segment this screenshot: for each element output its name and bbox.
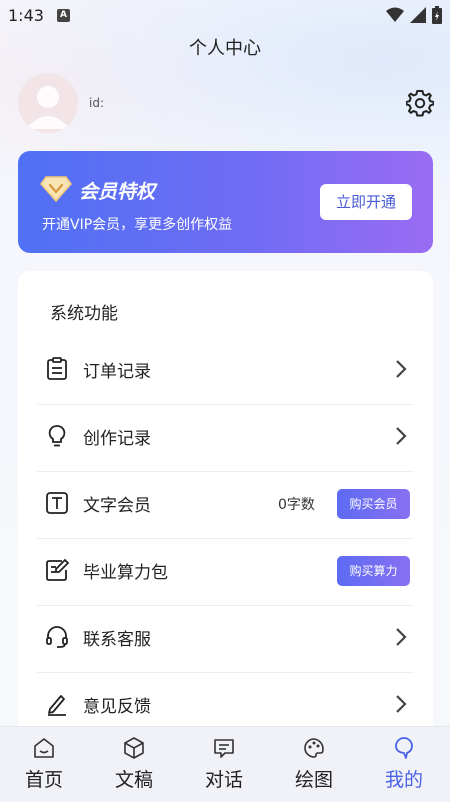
menu-item-label: 意见反馈: [83, 697, 151, 717]
status-time: 1:43: [8, 6, 44, 25]
chevron-right-icon: [396, 427, 407, 445]
cube-icon: [124, 737, 144, 759]
buy-membership-button[interactable]: 购买会员: [337, 489, 410, 519]
nav-label: 对话: [204, 769, 243, 791]
menu-item-creation-records[interactable]: 创作记录: [37, 404, 414, 472]
clipboard-list-icon: [47, 357, 67, 380]
bottom-nav: 首页 文稿 对话 绘图 我的: [0, 726, 450, 802]
menu-item-label: 订单记录: [83, 362, 151, 382]
avatar[interactable]: [18, 73, 78, 133]
chat-icon: [214, 739, 234, 758]
home-icon: [34, 738, 54, 758]
menu-item-compute-pack[interactable]: 毕业算力包 购买算力: [37, 538, 414, 606]
palette-icon: [304, 738, 324, 758]
menu-item-label: 创作记录: [83, 429, 151, 449]
pen-icon: [48, 695, 66, 716]
edit-note-icon: [46, 558, 69, 581]
menu-item-label: 毕业算力包: [83, 563, 168, 583]
system-functions-card: 系统功能 订单记录 创作记录 文字会员 0字数 购买会员 毕业算力包 购买算力 …: [18, 271, 433, 741]
nav-item-home[interactable]: 首页: [9, 737, 79, 792]
status-bar: 1:43 A: [0, 0, 450, 32]
app-notification-icon: A: [57, 9, 70, 22]
user-id-label: id:: [89, 96, 104, 110]
diamond-icon: [40, 176, 72, 203]
chevron-right-icon: [396, 628, 407, 646]
signal-icon: [410, 7, 426, 23]
menu-item-label: 联系客服: [83, 630, 151, 650]
menu-item-text-membership[interactable]: 文字会员 0字数 购买会员: [37, 471, 414, 539]
nav-item-chat[interactable]: 对话: [189, 737, 259, 792]
gear-icon[interactable]: [406, 89, 434, 117]
nav-label: 我的: [384, 769, 423, 791]
text-box-icon: [46, 492, 68, 514]
nav-label: 文稿: [114, 769, 153, 791]
nav-item-mine[interactable]: 我的: [369, 737, 439, 792]
activate-vip-button[interactable]: 立即开通: [320, 184, 412, 220]
vip-title: 会员特权: [79, 181, 156, 203]
headset-icon: [46, 626, 68, 648]
page-title: 个人中心: [189, 38, 261, 59]
nav-item-drawing[interactable]: 绘图: [279, 737, 349, 792]
menu-item-contact-support[interactable]: 联系客服: [37, 605, 414, 673]
vip-banner[interactable]: 会员特权 开通VIP会员，享更多创作权益 立即开通: [18, 151, 433, 253]
battery-charging-icon: [432, 6, 442, 24]
default-avatar-icon: [18, 73, 78, 133]
chevron-right-icon: [396, 695, 407, 713]
nav-item-drafts[interactable]: 文稿: [99, 737, 169, 792]
menu-item-label: 文字会员: [83, 496, 151, 516]
buy-compute-button[interactable]: 购买算力: [337, 556, 410, 586]
section-heading: 系统功能: [50, 304, 118, 324]
nav-label: 绘图: [294, 769, 333, 791]
word-count: 0字数: [278, 497, 315, 513]
lightbulb-icon: [48, 425, 66, 447]
chevron-right-icon: [396, 360, 407, 378]
wifi-icon: [386, 7, 404, 22]
nav-label: 首页: [24, 769, 63, 791]
profile-icon: [395, 737, 413, 759]
menu-item-order-records[interactable]: 订单记录: [37, 337, 414, 405]
vip-subtitle: 开通VIP会员，享更多创作权益: [42, 217, 233, 233]
